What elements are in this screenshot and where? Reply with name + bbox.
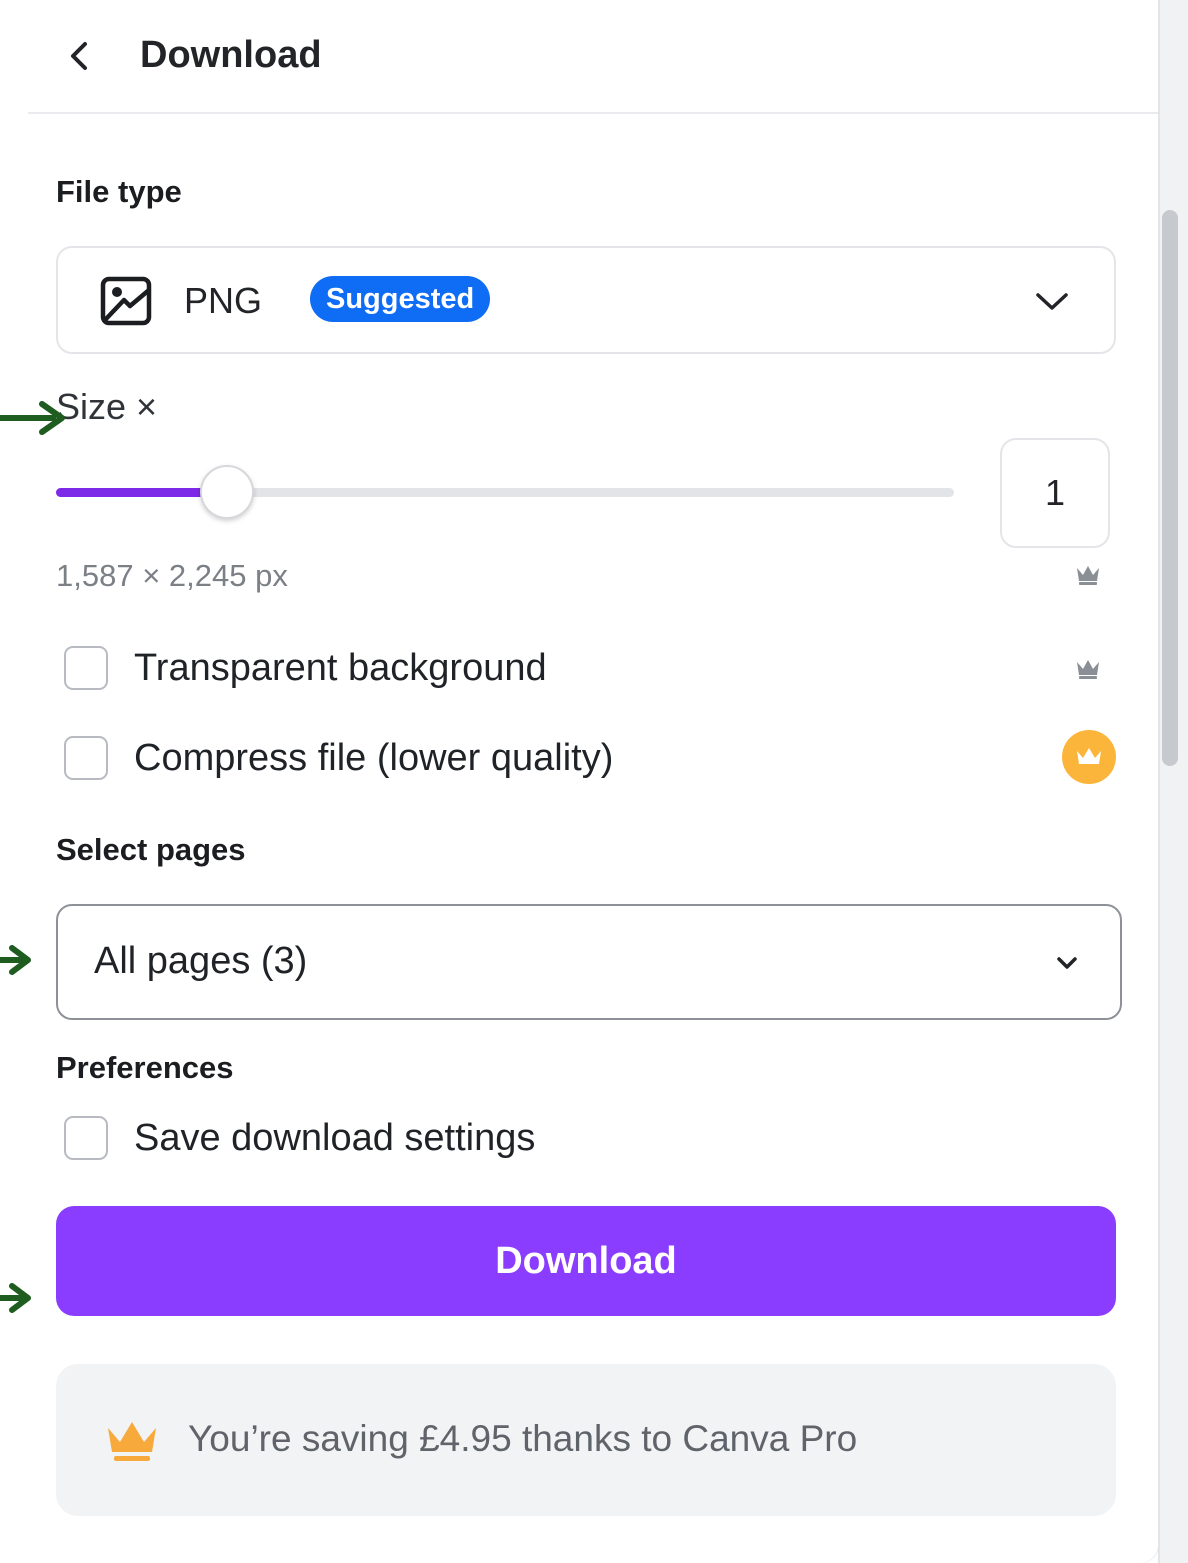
save-settings-checkbox[interactable] [64,1116,108,1160]
file-type-value: PNG [184,280,263,321]
dimensions-text: 1,587 × 2,245 px [56,558,288,593]
page-title: Download [140,34,322,76]
panel-header: Download [28,0,1158,114]
suggested-badge: Suggested [310,276,491,322]
annotation-arrow-icon [0,945,31,975]
transparent-background-option[interactable]: Transparent background [64,644,547,692]
save-settings-option[interactable]: Save download settings [64,1114,535,1162]
download-panel: Download File type PNG Suggested Size × … [28,0,1158,1563]
file-type-label: File type [56,174,182,209]
select-pages-label: Select pages [56,832,246,867]
savings-notice: You’re saving £4.95 thanks to Canva Pro [56,1364,1116,1516]
crown-icon [1077,566,1099,585]
chevron-down-icon [1036,293,1068,310]
chevron-left-icon [71,42,87,70]
download-button[interactable]: Download [56,1206,1116,1316]
scrollbar-thumb[interactable] [1162,210,1178,766]
size-value-input[interactable]: 1 [1000,438,1110,548]
pages-select-value: All pages (3) [94,940,308,982]
size-slider[interactable] [56,460,956,524]
back-button[interactable] [64,36,94,76]
transparent-background-checkbox[interactable] [64,646,108,690]
chevron-down-icon [1057,957,1077,969]
crown-icon [108,1422,156,1461]
savings-text: You’re saving £4.95 thanks to Canva Pro [188,1418,858,1459]
crown-icon [1077,660,1099,679]
save-settings-label: Save download settings [134,1116,536,1159]
image-icon [100,276,152,326]
compress-file-checkbox[interactable] [64,736,108,780]
file-type-select[interactable]: PNG Suggested [56,246,1116,354]
preferences-label: Preferences [56,1050,234,1085]
slider-thumb[interactable] [200,465,254,519]
pro-crown-badge [1062,730,1116,784]
compress-file-option[interactable]: Compress file (lower quality) [64,734,613,782]
transparent-background-label: Transparent background [134,646,547,689]
crown-icon [1077,748,1101,764]
pages-select[interactable]: All pages (3) [56,904,1122,1020]
annotation-arrow-icon [0,1283,31,1313]
compress-file-label: Compress file (lower quality) [134,736,614,779]
size-label: Size × [56,386,158,427]
annotation-arrow-icon [0,401,65,435]
